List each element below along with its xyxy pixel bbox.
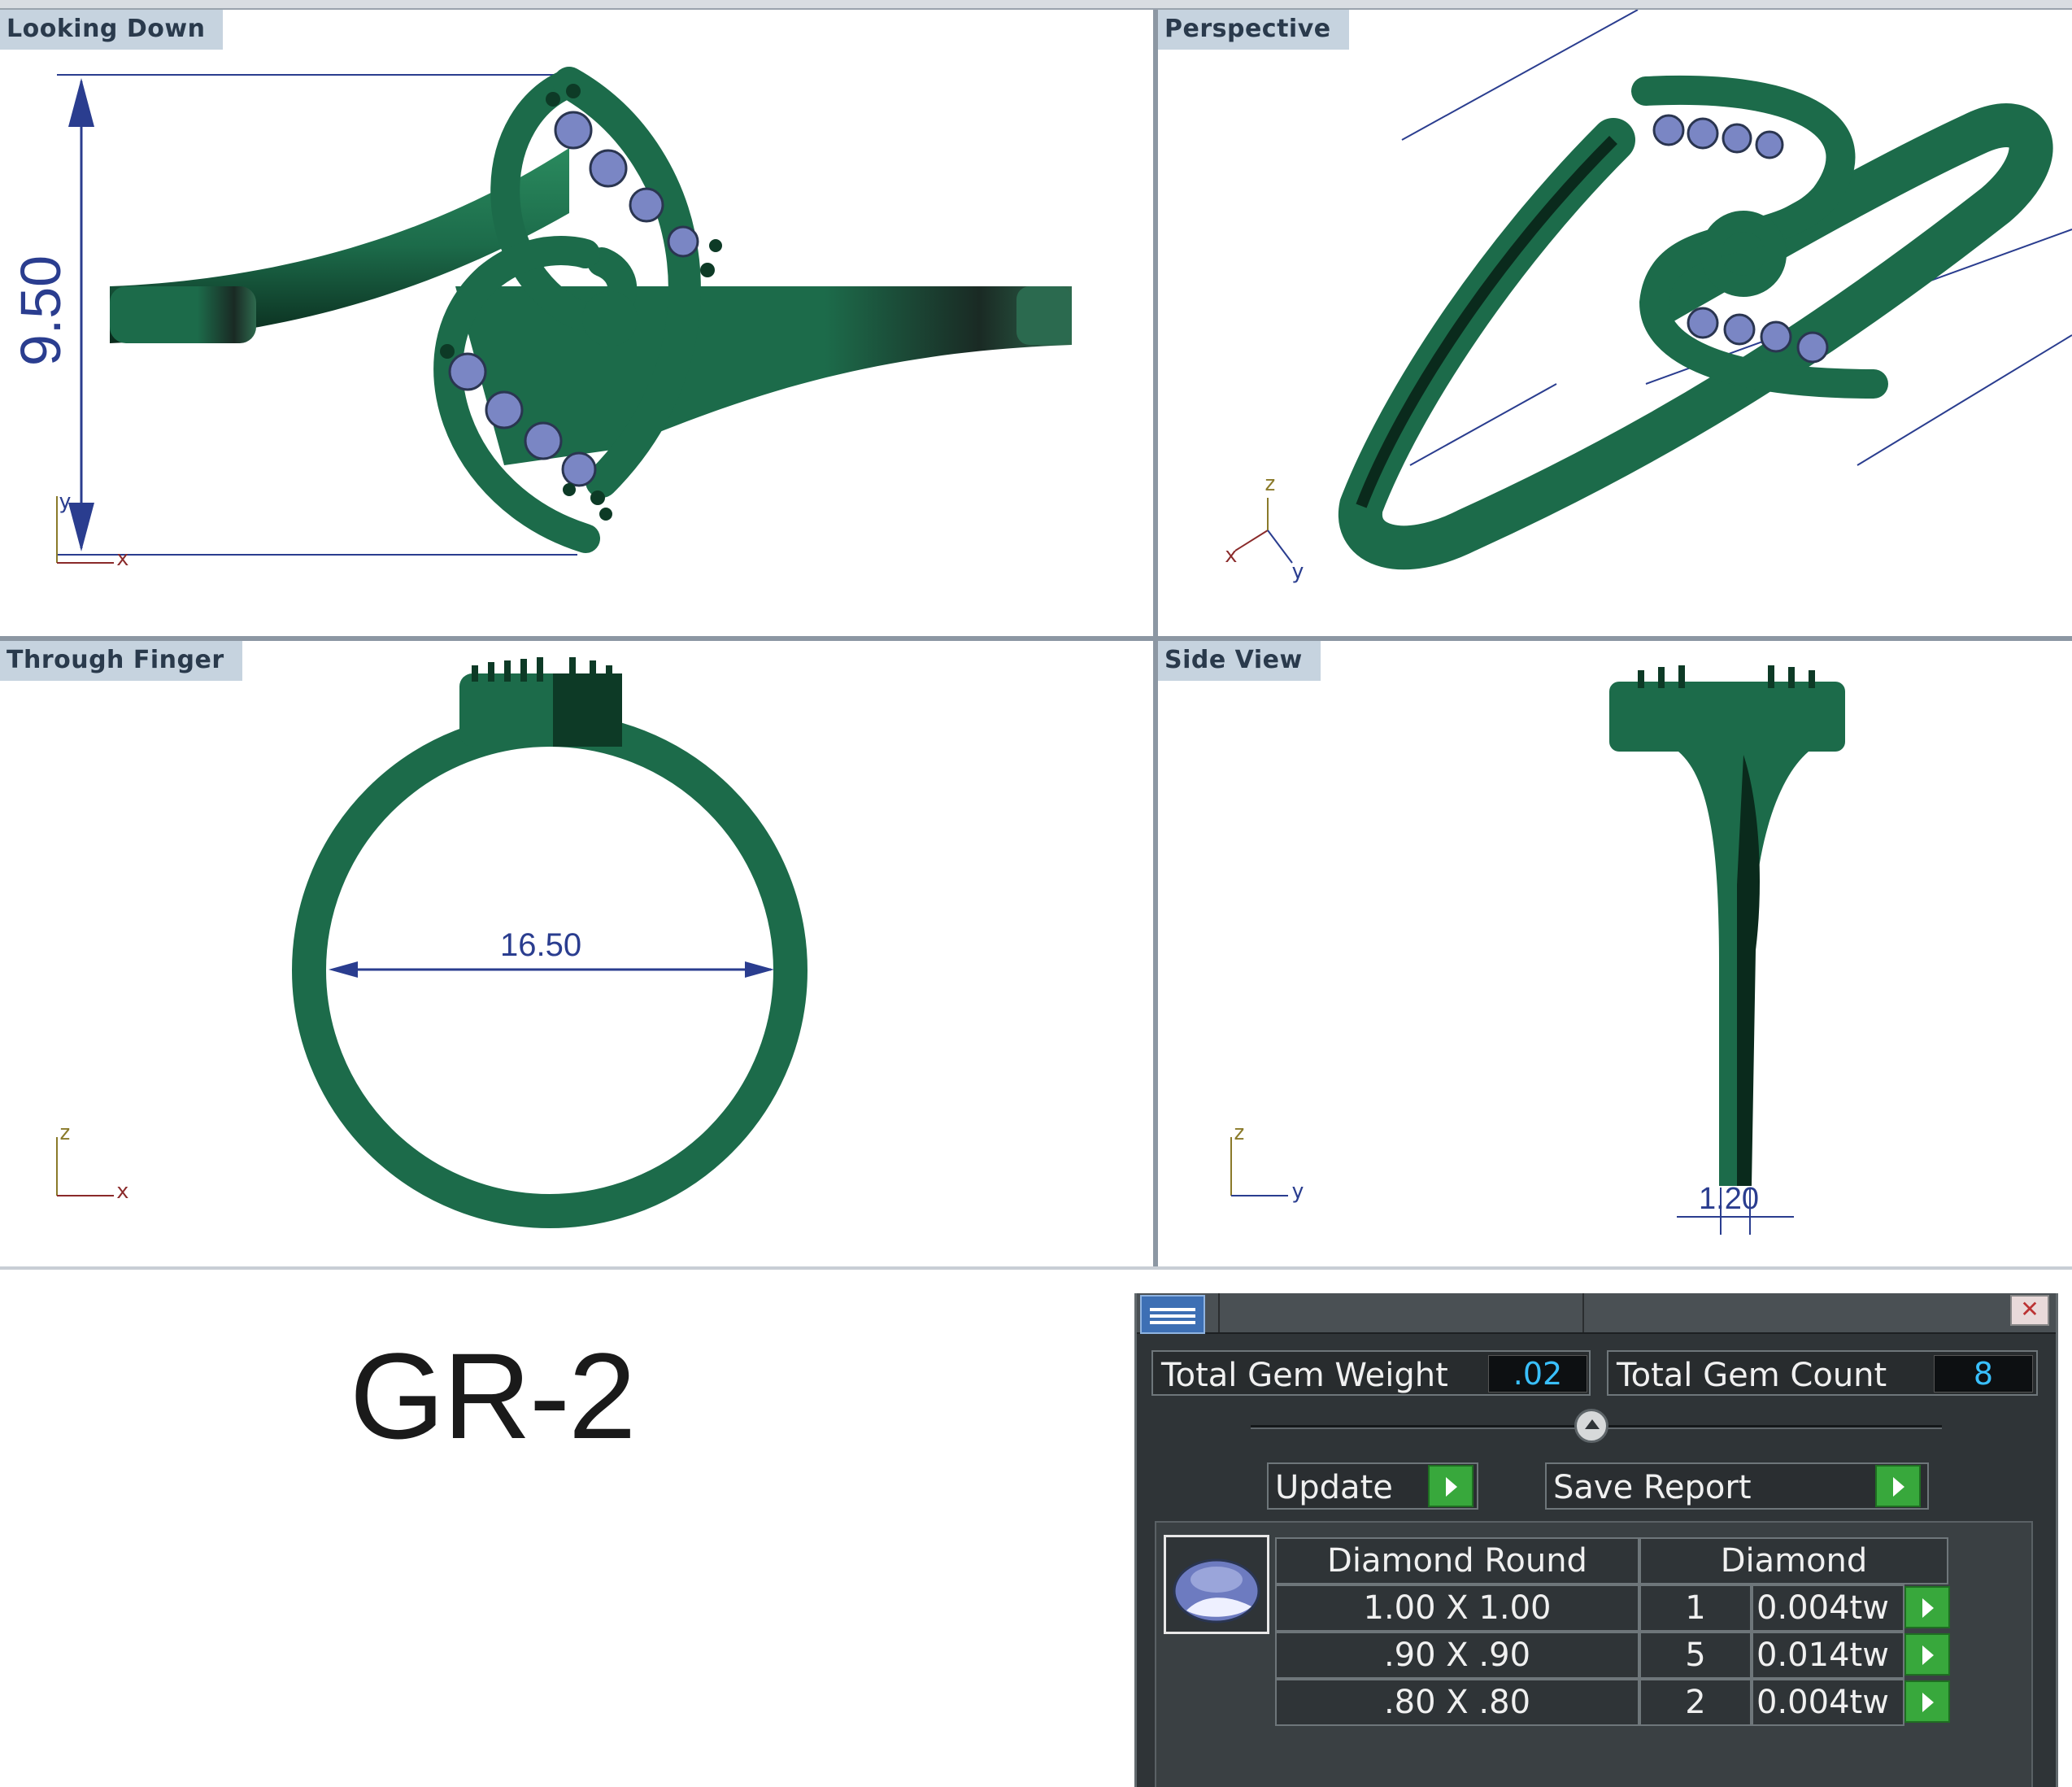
dim-arrow-down [68, 503, 94, 551]
viewport-label: Side View [1158, 641, 1321, 681]
viewport-label: Looking Down [0, 10, 224, 50]
gem-count-cell: 1 [1639, 1584, 1752, 1632]
dimension-height-label: 9.50 [9, 255, 72, 367]
viewport-looking-down[interactable]: Looking Down 9.50 y x [0, 10, 1153, 636]
gem-weight-cell: 0.014tw [1752, 1632, 1904, 1679]
swirl-center [582, 291, 638, 347]
axis-y-label: y [59, 490, 72, 514]
toolbar-strip [0, 0, 2072, 10]
perspective-drawing [1234, 10, 2072, 570]
gem-material-header: Diamond [1639, 1537, 1948, 1584]
save-report-button[interactable]: Save Report [1545, 1462, 1929, 1510]
dimension-thickness-label: 1.20 [1699, 1182, 1759, 1216]
viewport-perspective[interactable]: Perspective z x y [1158, 10, 2072, 636]
gem-shape-header: Diamond Round [1275, 1537, 1639, 1584]
panel-titlebar[interactable]: ✕ [1137, 1293, 2056, 1334]
save-report-button-label: Save Report [1553, 1469, 1752, 1506]
gem-count-cell: 5 [1639, 1632, 1752, 1679]
gem-weight-cell: 0.004tw [1752, 1584, 1904, 1632]
axis-z-label: z [1233, 1121, 1246, 1145]
play-arrow-icon[interactable] [1904, 1680, 1950, 1723]
total-gem-weight-field: Total Gem Weight .02 [1151, 1350, 1591, 1396]
axis-y-label: y [1291, 1179, 1304, 1204]
total-gem-count-field: Total Gem Count 8 [1607, 1350, 2038, 1396]
axis-x-label: x [116, 547, 129, 571]
head-block [1609, 682, 1845, 752]
dimension-diameter-label: 16.50 [500, 927, 582, 963]
gem-report-icon [1140, 1295, 1205, 1334]
total-gem-count-label: Total Gem Count [1617, 1357, 1887, 1394]
axis-z-label: z [1264, 472, 1277, 496]
gem-row-top [1652, 114, 1784, 159]
viewport-label: Perspective [1158, 10, 1349, 50]
total-gem-weight-value: .02 [1488, 1355, 1587, 1393]
collapse-arrow-icon[interactable] [1574, 1409, 1608, 1443]
total-gem-count-value: 8 [1934, 1355, 2033, 1393]
viewport-bottom-border [0, 1266, 2072, 1270]
gem-size-cell: .80 X .80 [1275, 1679, 1639, 1726]
update-button-label: Update [1275, 1469, 1393, 1506]
viewport-label: Through Finger [0, 641, 242, 681]
gem-weight-cell: 0.004tw [1752, 1679, 1904, 1726]
looking-down-drawing [56, 67, 1072, 564]
viewport-side-view[interactable]: Side View 1.20 z y [1158, 641, 2072, 1266]
close-icon[interactable]: ✕ [2010, 1295, 2049, 1326]
total-gem-weight-label: Total Gem Weight [1161, 1357, 1448, 1394]
play-arrow-icon[interactable] [1904, 1586, 1950, 1628]
play-arrow-icon[interactable] [1904, 1633, 1950, 1676]
diamond-round-icon[interactable] [1164, 1535, 1269, 1634]
gem-count-cell: 2 [1639, 1679, 1752, 1726]
shank-right-end [1016, 286, 1072, 345]
dim-arrow-up [68, 78, 94, 127]
axis-z-label: z [59, 1121, 72, 1145]
gem-size-cell: .90 X .90 [1275, 1632, 1639, 1679]
axis-y-label: y [1291, 560, 1304, 584]
play-arrow-icon[interactable] [1428, 1465, 1473, 1507]
play-arrow-icon[interactable] [1875, 1465, 1921, 1507]
model-code-title: GR-2 [350, 1327, 636, 1464]
prongs-top [472, 657, 612, 682]
shank-left-end [110, 286, 256, 343]
gem-report-panel: ✕ Total Gem Weight .02 Total Gem Count 8… [1134, 1293, 2058, 1787]
axis-x-label: x [1225, 543, 1238, 568]
viewport-through-finger[interactable]: Through Finger 16.50 z x [0, 641, 1153, 1266]
side-view-drawing [1230, 665, 1845, 1235]
gem-size-cell: 1.00 X 1.00 [1275, 1584, 1639, 1632]
axis-x-label: x [116, 1179, 129, 1204]
update-button[interactable]: Update [1267, 1462, 1478, 1510]
